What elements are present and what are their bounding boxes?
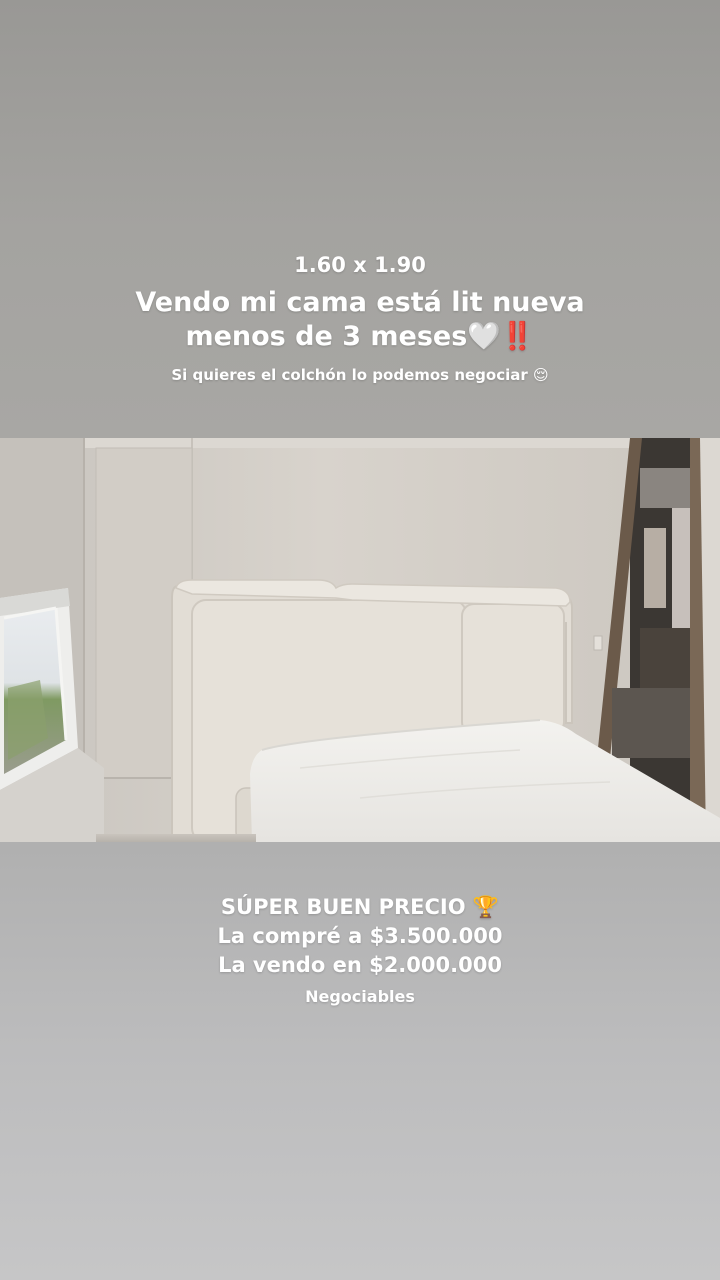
ceiling (0, 438, 720, 448)
top-caption: 1.60 x 1.90 Vendo mi cama está lit nueva… (0, 250, 720, 386)
price-title: SÚPER BUEN PRECIO 🏆 (0, 893, 720, 922)
selling-price-text: La vendo en $2.000.000 (218, 953, 502, 977)
floor (96, 834, 256, 842)
heart-exclamation-emoji: 🤍‼️ (467, 321, 535, 352)
price-block: SÚPER BUEN PRECIO 🏆 La compré a $3.500.0… (0, 893, 720, 980)
mattress-note-text: Si quieres el colchón lo podemos negocia… (0, 364, 720, 386)
relieved-face-emoji: 😌 (533, 366, 549, 384)
bed-dimensions-text: 1.60 x 1.90 (294, 253, 426, 277)
bought-price-text: La compré a $3.500.000 (217, 924, 503, 948)
price-title-text: SÚPER BUEN PRECIO (220, 895, 466, 919)
bed-photo (0, 438, 720, 842)
subline-main: Si quieres el colchón lo podemos negocia… (171, 366, 528, 384)
bottom-caption: SÚPER BUEN PRECIO 🏆 La compré a $3.500.0… (0, 893, 720, 1009)
negotiable-text: Negociables (305, 987, 415, 1006)
trophy-emoji: 🏆 (472, 895, 500, 919)
headline-text: Vendo mi cama está lit nueva menos de 3 … (100, 286, 620, 354)
